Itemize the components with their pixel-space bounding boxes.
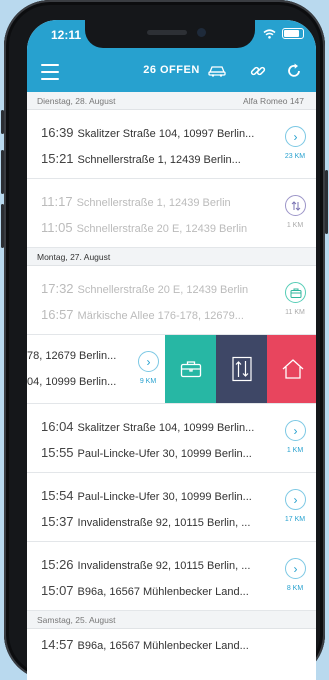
trip-distance: 17 KM	[284, 516, 306, 523]
date-label: Samstag, 25. August	[37, 614, 116, 625]
trip-end-time: 17:32	[41, 281, 74, 296]
trip-end-time: 16:04	[41, 419, 74, 434]
trip-distance: 1 KM	[286, 447, 304, 454]
trip-end: 17:32 Schnellerstraße 20 E, 12439 Berlin	[41, 281, 274, 296]
trip-start-time: 11:05	[41, 220, 73, 235]
trip-row[interactable]: 15:26 Invalidenstraße 92, 10115 Berlin, .…	[27, 542, 316, 611]
trip-start-time: 16:57	[41, 307, 74, 322]
trip-start-time: 15:21	[41, 151, 74, 166]
volume-down-button	[1, 204, 4, 248]
trip-start-time: 15:07	[41, 583, 74, 598]
chevron-right-icon[interactable]: ›	[285, 420, 306, 441]
date-header: Dienstag, 28. August Alfa Romeo 147	[27, 92, 316, 110]
trip-row[interactable]: 11:17 Schnellerstraße 1, 12439 Berlin 11:…	[27, 179, 316, 248]
refresh-icon[interactable]	[285, 62, 303, 80]
trip-distance: 1 KM	[286, 222, 304, 229]
trip-end-address: B96a, 16567 Mühlenbecker Land...	[77, 640, 249, 652]
trip-start-time: 15:37	[41, 514, 74, 529]
trip-row[interactable]: 16:04 Skalitzer Straße 104, 10999 Berlin.…	[27, 404, 316, 473]
trip-end-address: 78, 12679 Berlin...	[27, 350, 117, 362]
trip-end-time: 11:17	[41, 194, 73, 209]
trip-start-time: 15:55	[41, 445, 74, 460]
briefcase-icon	[180, 361, 201, 378]
chevron-right-icon[interactable]: ›	[285, 558, 306, 579]
trip-start-address: 04, 10999 Berlin...	[27, 376, 117, 388]
trip-start: 15:07 B96a, 16567 Mühlenbecker Land...	[41, 583, 274, 598]
trip-row[interactable]: 16:39 Skalitzer Straße 104, 10997 Berlin.…	[27, 110, 316, 179]
chevron-right-icon[interactable]: ›	[285, 489, 306, 510]
trip-start: 15:55 Paul-Lincke-Ufer 30, 10999 Berlin..…	[41, 445, 274, 460]
business-trip-button[interactable]	[165, 335, 216, 403]
trip-end-time: 15:54	[41, 488, 74, 503]
app-bar: 26 OFFEN	[27, 58, 316, 92]
trip-distance: 11 KM	[285, 309, 305, 316]
trip-end-address: Schnellerstraße 20 E, 12439 Berlin	[77, 284, 249, 296]
trip-start: 11:05 Schnellerstraße 20 E, 12439 Berlin	[41, 220, 274, 235]
trip-end-address: Paul-Lincke-Ufer 30, 10999 Berlin...	[77, 491, 252, 503]
trip-row-content[interactable]: 78, 12679 Berlin... 04, 10999 Berlin... …	[27, 335, 167, 403]
app-screen: 12:11 26 OFFEN Dienstag, 28. August Alfa…	[27, 20, 316, 680]
trip-list[interactable]: Dienstag, 28. August Alfa Romeo 147 16:3…	[27, 92, 316, 680]
chevron-right-icon[interactable]: ›	[138, 351, 159, 372]
trip-end: 16:39 Skalitzer Straße 104, 10997 Berlin.…	[41, 125, 274, 140]
phone-frame: 12:11 26 OFFEN Dienstag, 28. August Alfa…	[1, 0, 328, 680]
link-icon[interactable]	[249, 62, 267, 80]
trip-start-address: Schnellerstraße 1, 12439 Berlin...	[77, 154, 241, 166]
trip-end-time: 15:26	[41, 557, 74, 572]
trip-end: 78, 12679 Berlin...	[27, 350, 125, 362]
trip-start-address: Märkische Allee 176-178, 12679...	[77, 310, 244, 322]
camera	[197, 28, 206, 37]
trip-start: 15:37 Invalidenstraße 92, 10115 Berlin, .…	[41, 514, 274, 529]
date-header: Samstag, 25. August	[27, 611, 316, 629]
car-icon[interactable]	[207, 62, 227, 78]
trip-end-address: Invalidenstraße 92, 10115 Berlin, ...	[77, 560, 251, 572]
trip-end-address: Skalitzer Straße 104, 10999 Berlin...	[77, 422, 255, 434]
private-trip-button[interactable]	[267, 335, 316, 403]
trip-end: 15:54 Paul-Lincke-Ufer 30, 10999 Berlin..…	[41, 488, 274, 503]
trip-end-time: 16:39	[41, 125, 74, 140]
trip-end-time: 14:57	[41, 637, 74, 652]
trip-distance: 9 KM	[139, 378, 157, 385]
trip-end: 14:57 B96a, 16567 Mühlenbecker Land...	[41, 637, 274, 652]
notch	[85, 20, 255, 48]
swap-arrows-icon[interactable]	[285, 195, 306, 216]
trip-distance: 23 KM	[284, 153, 306, 160]
date-header: Montag, 27. August	[27, 248, 316, 266]
battery-icon	[282, 28, 304, 39]
trip-row[interactable]: 14:57 B96a, 16567 Mühlenbecker Land...	[27, 629, 316, 680]
trip-end-address: Skalitzer Straße 104, 10997 Berlin...	[77, 128, 255, 140]
trip-row[interactable]: 15:54 Paul-Lincke-Ufer 30, 10999 Berlin..…	[27, 473, 316, 542]
trip-end: 16:04 Skalitzer Straße 104, 10999 Berlin.…	[41, 419, 274, 434]
status-icons	[263, 28, 304, 39]
trip-end-address: Schnellerstraße 1, 12439 Berlin	[76, 197, 231, 209]
trip-end: 11:17 Schnellerstraße 1, 12439 Berlin	[41, 194, 274, 209]
trip-row-swiped[interactable]: 78, 12679 Berlin... 04, 10999 Berlin... …	[27, 335, 316, 404]
home-icon	[282, 359, 303, 379]
trip-start-address: Schnellerstraße 20 E, 12439 Berlin	[76, 223, 248, 235]
date-label: Montag, 27. August	[37, 251, 111, 262]
mute-switch	[1, 110, 4, 134]
trip-distance: 8 KM	[286, 585, 304, 592]
trip-start: 15:21 Schnellerstraße 1, 12439 Berlin...	[41, 151, 274, 166]
trip-start-address: Invalidenstraße 92, 10115 Berlin, ...	[77, 517, 251, 529]
briefcase-icon[interactable]	[285, 282, 306, 303]
trip-start-address: Paul-Lincke-Ufer 30, 10999 Berlin...	[77, 448, 252, 460]
trip-start-address: B96a, 16567 Mühlenbecker Land...	[77, 586, 249, 598]
power-button	[325, 170, 328, 234]
commute-trip-button[interactable]	[216, 335, 267, 403]
page-title: 26 OFFEN	[143, 64, 200, 76]
trip-row[interactable]: 17:32 Schnellerstraße 20 E, 12439 Berlin …	[27, 266, 316, 335]
trip-start: 16:57 Märkische Allee 176-178, 12679...	[41, 307, 274, 322]
app-header: 12:11 26 OFFEN	[27, 20, 316, 100]
date-label: Dienstag, 28. August	[37, 95, 116, 106]
swap-arrows-icon	[231, 356, 252, 382]
wifi-icon	[263, 28, 276, 39]
status-time: 12:11	[51, 28, 82, 42]
trip-end: 15:26 Invalidenstraße 92, 10115 Berlin, .…	[41, 557, 274, 572]
trip-start: 04, 10999 Berlin...	[27, 376, 125, 388]
vehicle-label: Alfa Romeo 147	[243, 95, 304, 106]
chevron-right-icon[interactable]: ›	[285, 126, 306, 147]
speaker	[147, 30, 187, 35]
volume-up-button	[1, 150, 4, 194]
